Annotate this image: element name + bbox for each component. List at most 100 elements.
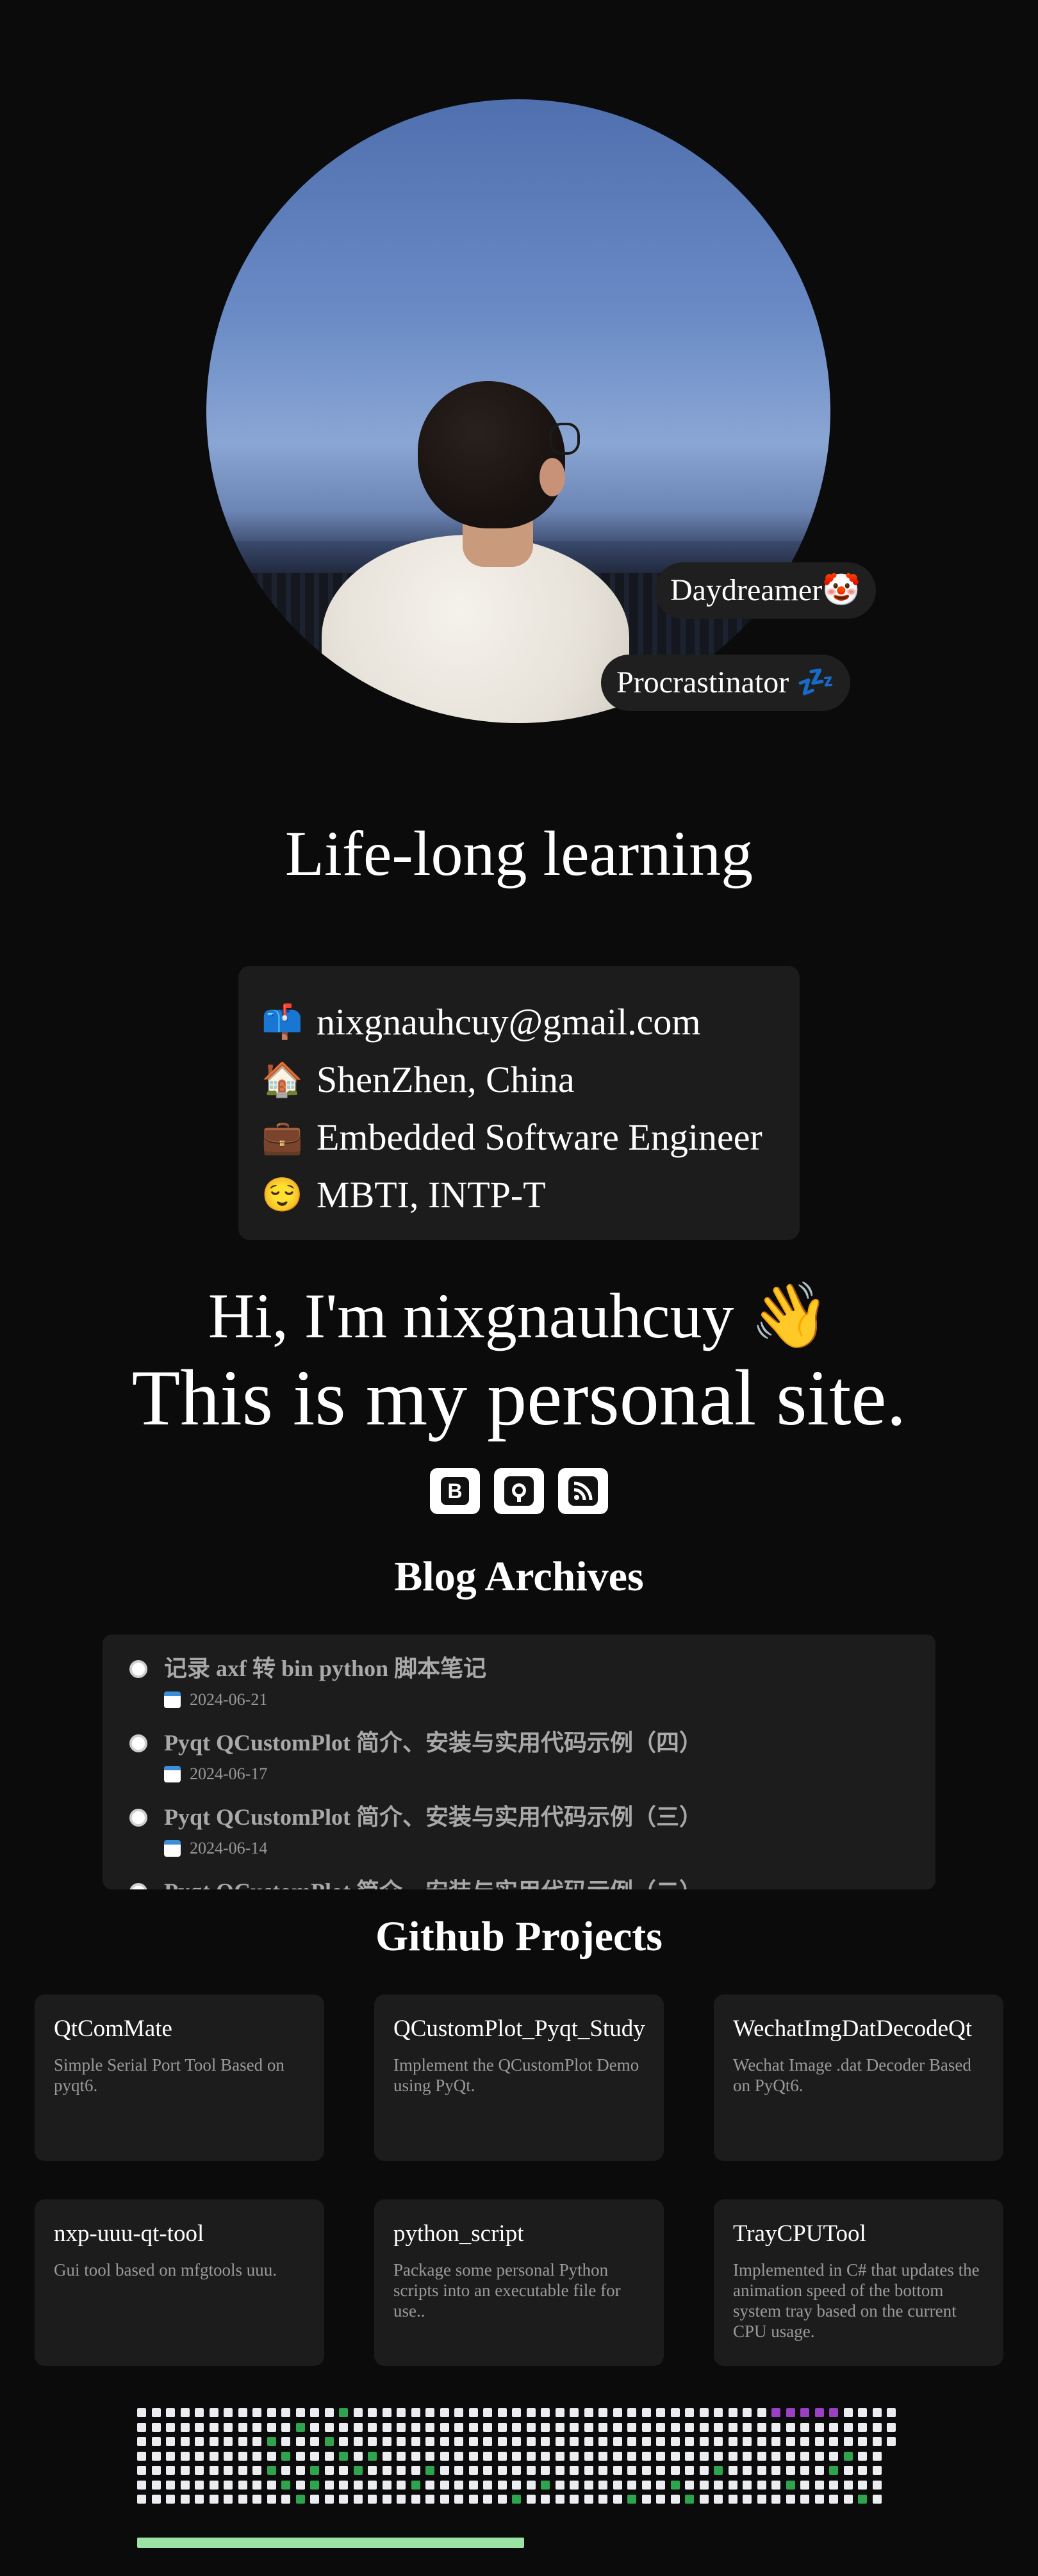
contribution-cell xyxy=(397,2451,406,2461)
post-title[interactable]: Pyqt QCustomPlot 简介、安装与实用代码示例（二） xyxy=(164,1877,919,1889)
list-item[interactable]: Pyqt QCustomPlot 简介、安装与实用代码示例（二） xyxy=(119,1877,919,1889)
smile-icon: 😌 xyxy=(261,1177,303,1214)
contribution-cell xyxy=(743,2466,752,2475)
contribution-cell xyxy=(310,2408,319,2417)
contribution-cell xyxy=(411,2437,420,2446)
contribution-cell xyxy=(483,2408,492,2417)
github-icon[interactable] xyxy=(494,1468,544,1514)
contribution-cell xyxy=(699,2466,709,2475)
contribution-cell xyxy=(541,2451,550,2461)
contribution-cell xyxy=(224,2480,233,2490)
list-item[interactable]: 记录 axf 转 bin python 脚本笔记 2024-06-21 xyxy=(119,1654,919,1728)
info-location-row: 🏠 ShenZhen, China xyxy=(261,1050,777,1108)
contribution-cell xyxy=(887,2437,896,2446)
contribution-cell xyxy=(454,2480,463,2490)
contribution-cell xyxy=(512,2466,521,2475)
list-item[interactable]: Pyqt QCustomPlot 简介、安装与实用代码示例（四） 2024-06… xyxy=(119,1728,919,1802)
project-card[interactable]: TrayCPUTool Implemented in C# that updat… xyxy=(714,2199,1003,2366)
contribution-cell xyxy=(872,2437,882,2446)
contribution-cell xyxy=(641,2480,651,2490)
contribution-cell xyxy=(209,2437,218,2446)
project-name[interactable]: TrayCPUTool xyxy=(733,2219,984,2249)
contribution-cell xyxy=(757,2437,766,2446)
contribution-cell xyxy=(281,2495,290,2504)
post-title[interactable]: 记录 axf 转 bin python 脚本笔记 xyxy=(164,1654,919,1683)
contribution-cell xyxy=(887,2422,896,2432)
contribution-cell xyxy=(137,2422,146,2432)
list-item[interactable]: Pyqt QCustomPlot 简介、安装与实用代码示例（三） 2024-06… xyxy=(119,1802,919,1877)
contribution-cell xyxy=(180,2408,190,2417)
post-title[interactable]: Pyqt QCustomPlot 简介、安装与实用代码示例（三） xyxy=(164,1802,919,1832)
project-name[interactable]: python_script xyxy=(393,2219,645,2249)
project-name[interactable]: nxp-uuu-qt-tool xyxy=(54,2219,305,2249)
contribution-cell xyxy=(555,2422,564,2432)
project-name[interactable]: QCustomPlot_Pyqt_Study xyxy=(393,2014,645,2044)
contribution-cell xyxy=(641,2451,651,2461)
contribution-cell xyxy=(843,2466,853,2475)
post-title[interactable]: Pyqt QCustomPlot 简介、安装与实用代码示例（四） xyxy=(164,1728,919,1757)
site-heading: This is my personal site. xyxy=(131,1354,907,1442)
contribution-cell xyxy=(800,2466,809,2475)
contribution-cell xyxy=(843,2480,853,2490)
contribution-cell xyxy=(151,2466,161,2475)
blog-icon[interactable]: B xyxy=(430,1468,480,1514)
contribution-cell xyxy=(224,2466,233,2475)
rss-icon[interactable] xyxy=(558,1468,608,1514)
contribution-cell xyxy=(252,2466,261,2475)
project-desc: Simple Serial Port Tool Based on pyqt6. xyxy=(54,2055,284,2095)
contribution-cell xyxy=(714,2480,723,2490)
contribution-cell xyxy=(872,2451,882,2461)
project-desc: Implement the QCustomPlot Demo using PyQ… xyxy=(393,2055,639,2095)
contribution-cell xyxy=(641,2466,651,2475)
contribution-cell xyxy=(166,2422,175,2432)
contribution-cell xyxy=(814,2422,824,2432)
calendar-icon xyxy=(164,1766,181,1782)
contribution-cell xyxy=(584,2408,593,2417)
contribution-cell xyxy=(368,2408,377,2417)
contribution-cell xyxy=(166,2466,175,2475)
contribution-cell xyxy=(641,2422,651,2432)
contribution-cell xyxy=(310,2437,319,2446)
contribution-cell xyxy=(613,2408,622,2417)
contribution-cell xyxy=(440,2437,449,2446)
contribution-cell xyxy=(483,2422,492,2432)
contribution-cell xyxy=(786,2495,795,2504)
contribution-cell xyxy=(685,2451,694,2461)
project-card[interactable]: python_script Package some personal Pyth… xyxy=(374,2199,664,2366)
contribution-cell xyxy=(685,2466,694,2475)
contribution-cell xyxy=(699,2437,709,2446)
contribution-cell xyxy=(353,2451,363,2461)
project-name[interactable]: QtComMate xyxy=(54,2014,305,2044)
contribution-cell xyxy=(613,2451,622,2461)
contribution-cell xyxy=(512,2451,521,2461)
contribution-cell xyxy=(454,2408,463,2417)
post-date-text: 2024-06-21 xyxy=(190,1690,268,1709)
project-card[interactable]: QtComMate Simple Serial Port Tool Based … xyxy=(35,1994,324,2161)
info-mbti: MBTI, INTP-T xyxy=(317,1173,546,1216)
contribution-cell xyxy=(252,2437,261,2446)
contribution-cell xyxy=(267,2480,276,2490)
contribution-cell xyxy=(440,2451,449,2461)
contribution-cell xyxy=(281,2466,290,2475)
contribution-cell xyxy=(310,2466,319,2475)
contribution-cell xyxy=(743,2422,752,2432)
contribution-cell xyxy=(166,2437,175,2446)
contribution-cell xyxy=(685,2437,694,2446)
blog-archive-list[interactable]: 记录 axf 转 bin python 脚本笔记 2024-06-21 Pyqt… xyxy=(103,1634,935,1889)
project-card[interactable]: nxp-uuu-qt-tool Gui tool based on mfgtoo… xyxy=(35,2199,324,2366)
contribution-cell xyxy=(858,2495,867,2504)
contribution-cell xyxy=(743,2495,752,2504)
contribution-cell xyxy=(728,2451,737,2461)
info-email[interactable]: nixgnauhcuy@gmail.com xyxy=(317,1000,700,1043)
contribution-cell xyxy=(137,2480,146,2490)
project-card[interactable]: WechatImgDatDecodeQt Wechat Image .dat D… xyxy=(714,1994,1003,2161)
project-name[interactable]: WechatImgDatDecodeQt xyxy=(733,2014,984,2044)
contribution-cell xyxy=(411,2495,420,2504)
contribution-cell xyxy=(541,2495,550,2504)
info-mbti-row: 😌 MBTI, INTP-T xyxy=(261,1166,777,1223)
contribution-cell xyxy=(411,2408,420,2417)
contribution-cell xyxy=(440,2422,449,2432)
contribution-cell xyxy=(353,2466,363,2475)
contribution-cell xyxy=(771,2422,780,2432)
project-card[interactable]: QCustomPlot_Pyqt_Study Implement the QCu… xyxy=(374,1994,664,2161)
